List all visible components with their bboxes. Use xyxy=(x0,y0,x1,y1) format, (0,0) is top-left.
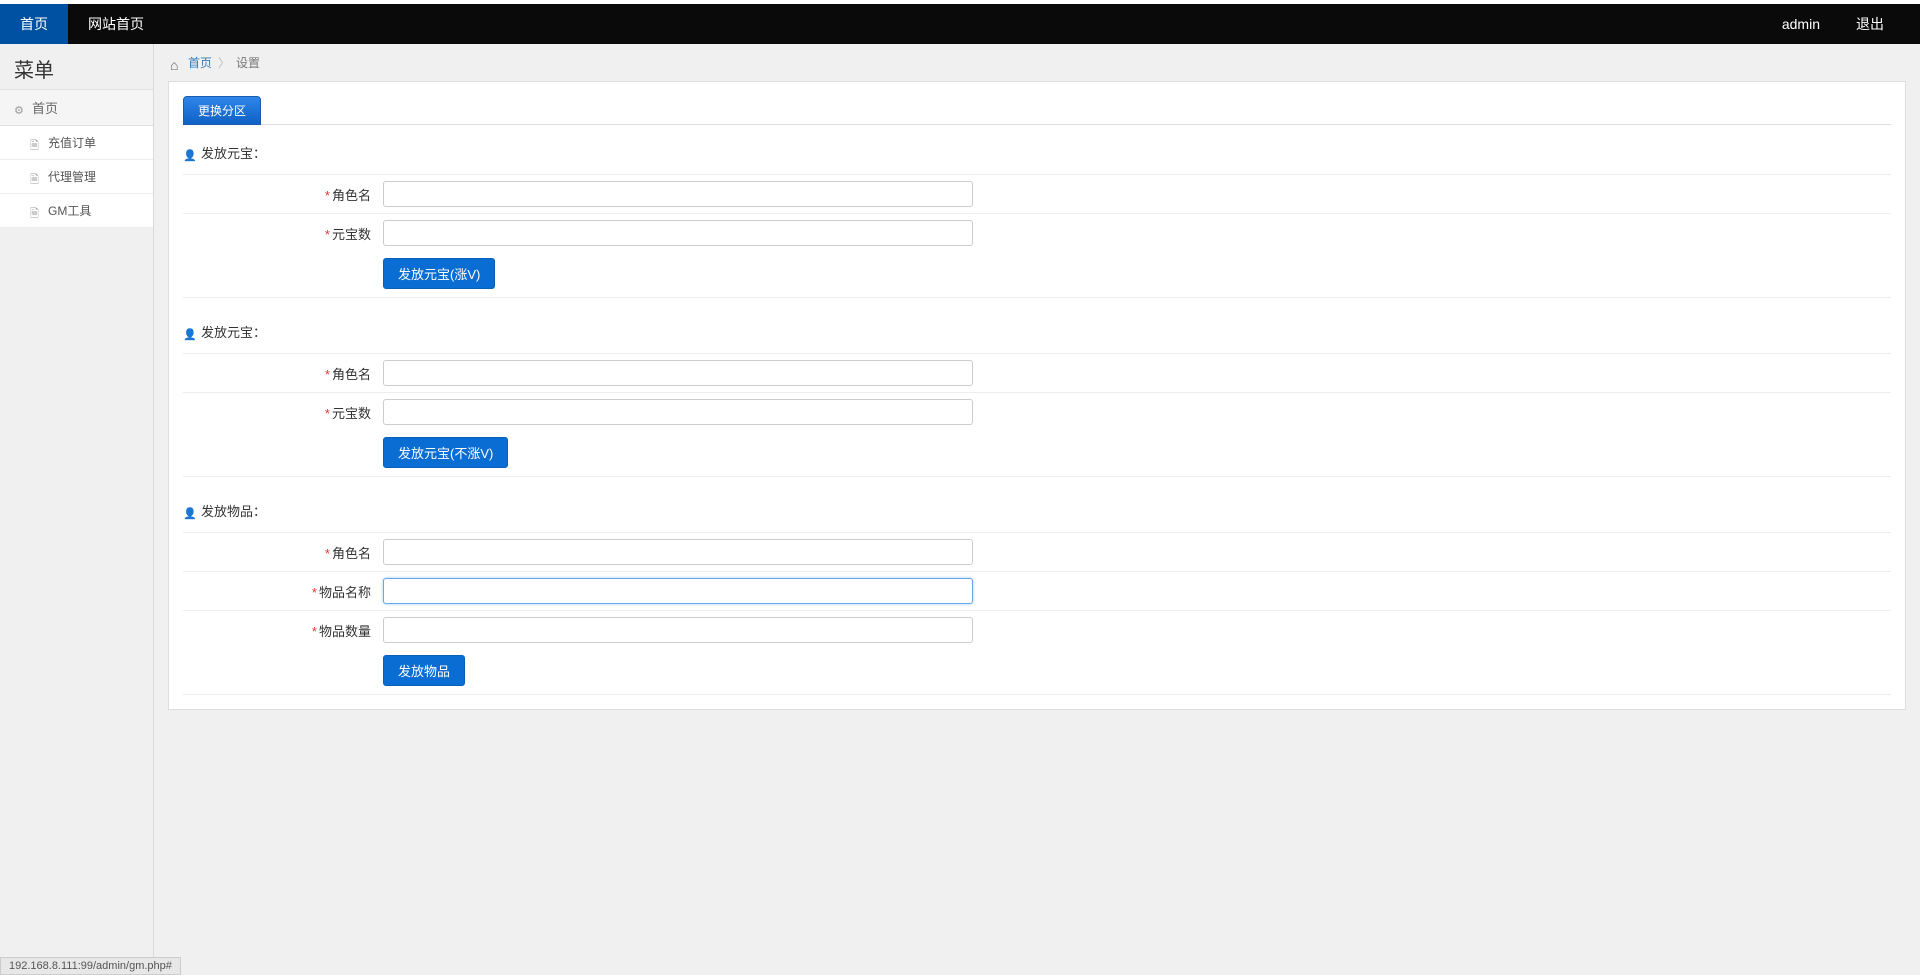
input-itemqty[interactable] xyxy=(383,617,973,643)
sidebar-item-recharge[interactable]: 充值订单 xyxy=(0,126,153,160)
sidebar-item-label: 代理管理 xyxy=(48,168,96,185)
section-title: 发放物品： xyxy=(201,501,266,520)
breadcrumb-current: 设置 xyxy=(236,54,260,71)
section-heading-3: 发放物品： xyxy=(183,501,1891,520)
section-heading-1: 发放元宝： xyxy=(183,143,1891,162)
form-label-role1: *角色名 xyxy=(183,185,383,204)
form-row: *元宝数 xyxy=(183,392,1891,431)
btn-send-yuanbao-nov[interactable]: 发放元宝(不涨V) xyxy=(383,437,508,468)
section-title: 发放元宝： xyxy=(201,322,266,341)
breadcrumb-home[interactable]: 首页 xyxy=(188,54,212,71)
form-row: *角色名 xyxy=(183,174,1891,213)
form-row: *角色名 xyxy=(183,532,1891,571)
user-icon xyxy=(183,147,195,159)
btn-send-item[interactable]: 发放物品 xyxy=(383,655,465,686)
sidebar-item-gmtools[interactable]: GM工具 xyxy=(0,194,153,228)
navbar-right: admin 退出 xyxy=(1764,4,1920,44)
sidebar-group-label: 首页 xyxy=(32,98,58,117)
sidebar-item-label: 充值订单 xyxy=(48,134,96,151)
section-title: 发放元宝： xyxy=(201,143,266,162)
navbar-left: 首页 网站首页 xyxy=(0,4,164,44)
input-amount1[interactable] xyxy=(383,220,973,246)
form-row: *角色名 xyxy=(183,353,1891,392)
input-role2[interactable] xyxy=(383,360,973,386)
button-row: 发放元宝(不涨V) xyxy=(183,431,1891,477)
input-amount2[interactable] xyxy=(383,399,973,425)
file-icon xyxy=(30,137,42,149)
form-label-itemname: *物品名称 xyxy=(183,582,383,601)
gear-icon xyxy=(14,102,26,114)
section-heading-2: 发放元宝： xyxy=(183,322,1891,341)
nav-logout[interactable]: 退出 xyxy=(1838,4,1902,44)
user-icon xyxy=(183,326,195,338)
form-row: *物品数量 xyxy=(183,610,1891,649)
home-icon xyxy=(170,57,182,69)
breadcrumb: 首页 〉 设置 xyxy=(154,44,1920,81)
tab-zone-switch[interactable]: 更换分区 xyxy=(183,96,261,125)
file-icon xyxy=(30,171,42,183)
sidebar-title: 菜单 xyxy=(0,44,153,89)
top-navbar: 首页 网站首页 admin 退出 xyxy=(0,4,1920,44)
breadcrumb-sep: 〉 xyxy=(218,54,230,71)
user-icon xyxy=(183,505,195,517)
form-label-amount2: *元宝数 xyxy=(183,403,383,422)
form-label-itemqty: *物品数量 xyxy=(183,621,383,640)
form-label-amount1: *元宝数 xyxy=(183,224,383,243)
sidebar-item-agent[interactable]: 代理管理 xyxy=(0,160,153,194)
form-row: *元宝数 xyxy=(183,213,1891,252)
sidebar-group-home[interactable]: 首页 xyxy=(0,89,153,126)
form-label-role2: *角色名 xyxy=(183,364,383,383)
sidebar: 菜单 首页 充值订单 代理管理 GM工具 xyxy=(0,44,154,975)
form-row: *物品名称 xyxy=(183,571,1891,610)
btn-send-yuanbao-v[interactable]: 发放元宝(涨V) xyxy=(383,258,495,289)
input-role3[interactable] xyxy=(383,539,973,565)
form-label-role3: *角色名 xyxy=(183,543,383,562)
button-row: 发放元宝(涨V) xyxy=(183,252,1891,298)
nav-user[interactable]: admin xyxy=(1764,4,1838,44)
panel: 更换分区 发放元宝： *角色名 *元宝数 发放元宝(涨V) xyxy=(168,81,1906,710)
status-bar: 192.168.8.111:99/admin/gm.php# xyxy=(0,957,181,975)
nav-home[interactable]: 首页 xyxy=(0,4,68,44)
input-itemname[interactable] xyxy=(383,578,973,604)
sidebar-item-label: GM工具 xyxy=(48,202,91,219)
tab-divider xyxy=(183,124,1891,125)
file-icon xyxy=(30,205,42,217)
main-content: 首页 〉 设置 更换分区 发放元宝： *角色名 *元宝数 发放元宝(涨V) xyxy=(154,44,1920,975)
button-row: 发放物品 xyxy=(183,649,1891,695)
nav-site-home[interactable]: 网站首页 xyxy=(68,4,164,44)
input-role1[interactable] xyxy=(383,181,973,207)
